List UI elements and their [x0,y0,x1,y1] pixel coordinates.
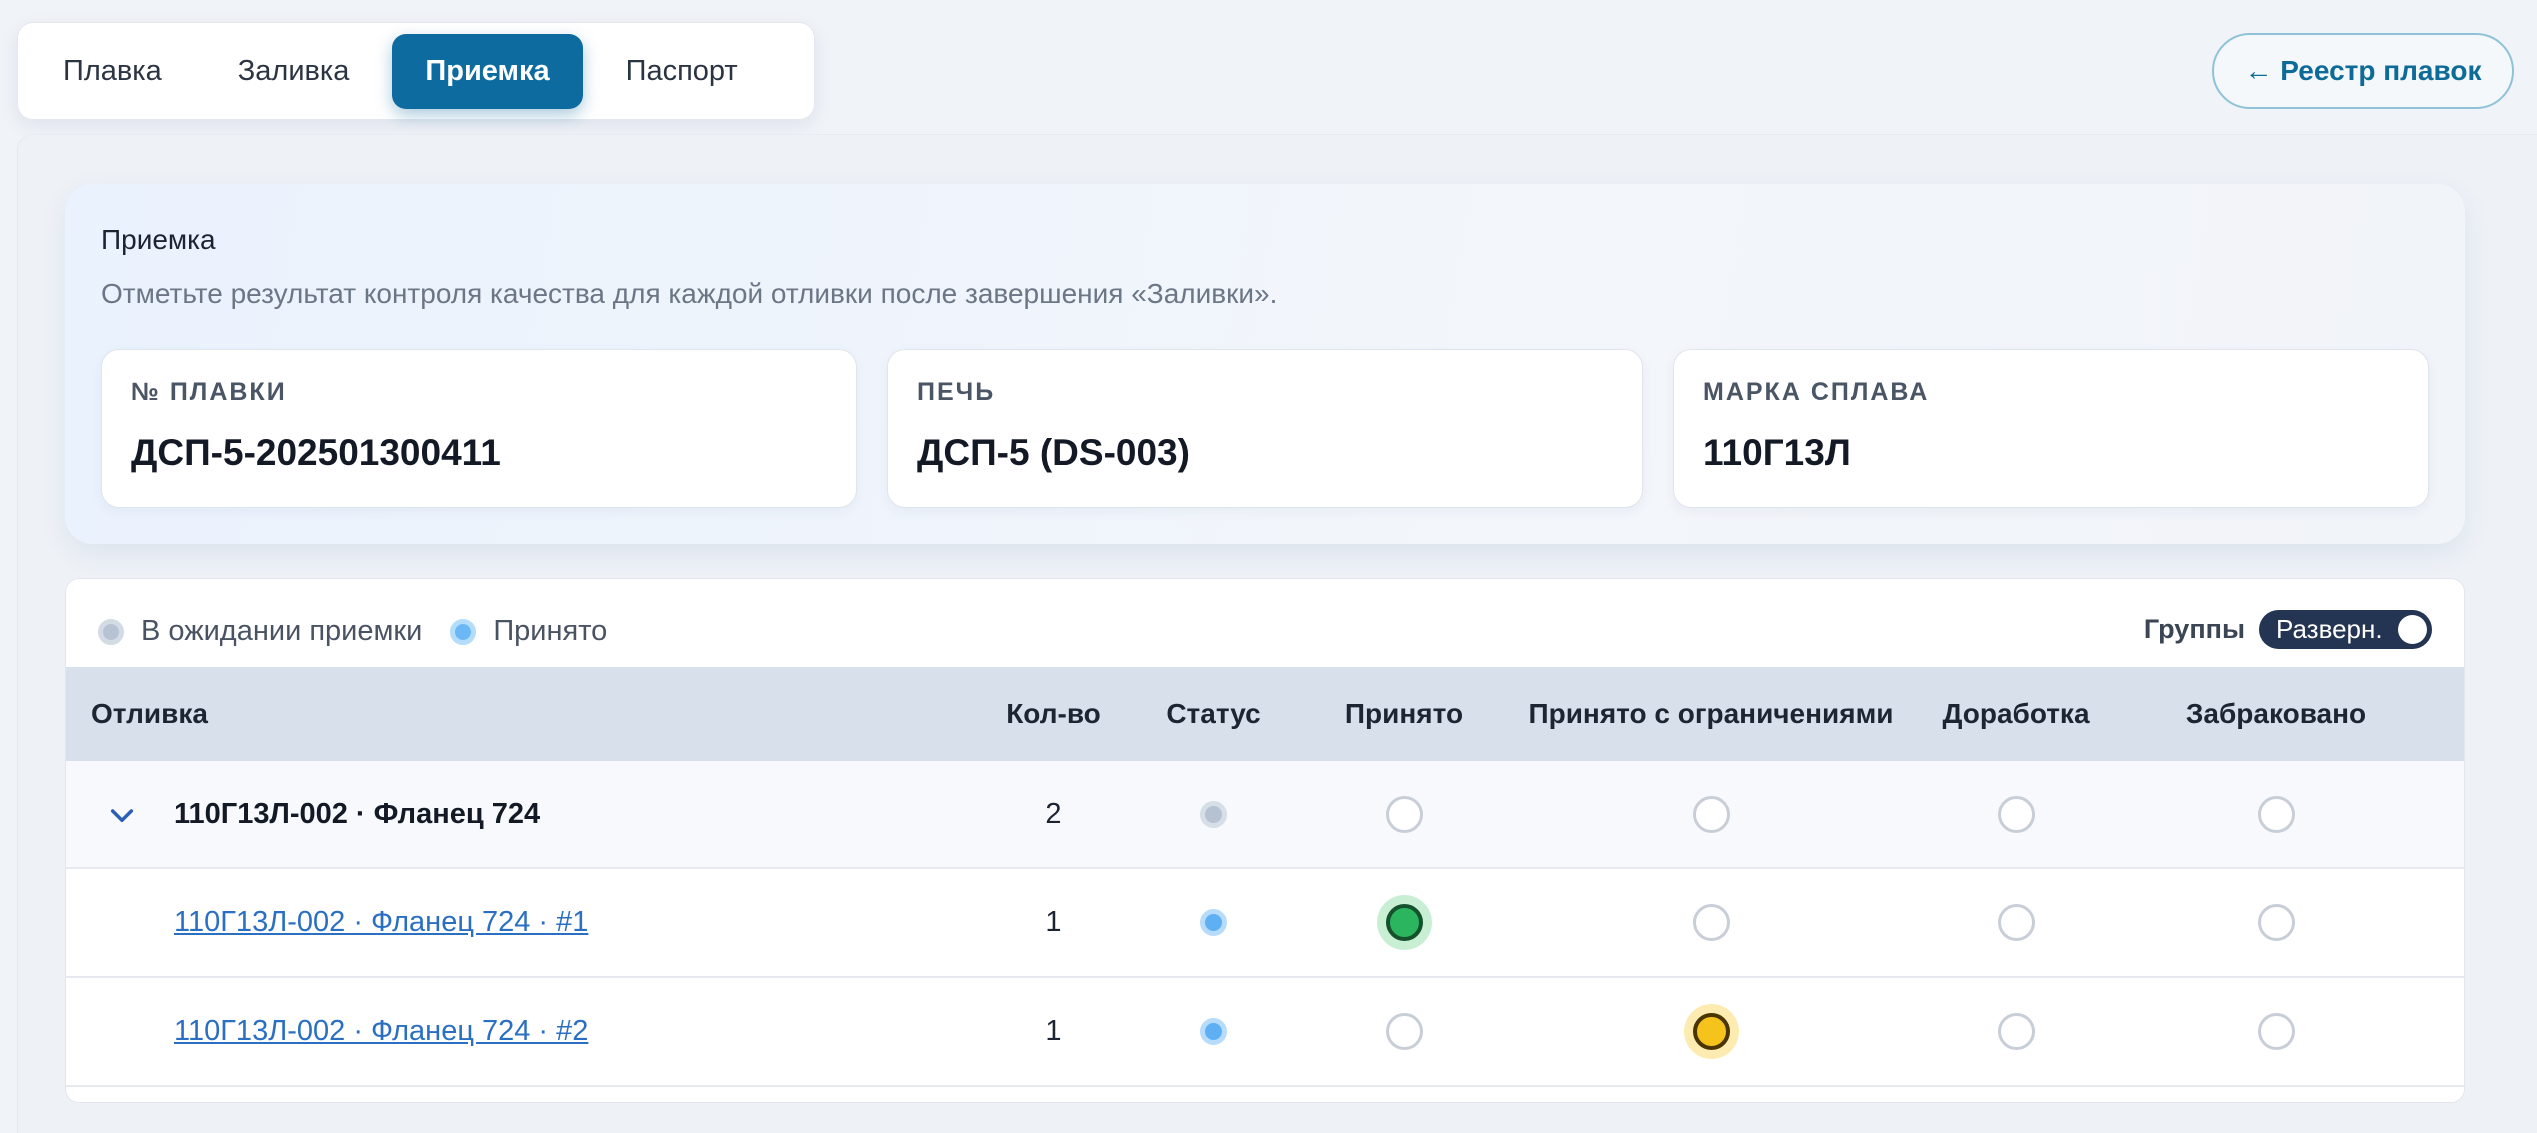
accepted-radio-selected[interactable] [1385,904,1423,941]
table-row: 110Г13Л-002 · Фланец 724 · #2 1 [66,978,2464,1087]
rejected-cell [2151,761,2401,867]
section-title: Приемка [101,224,216,255]
status-pending-dot-icon [1200,800,1227,828]
castings-table-card: В ожидании приемки Принято Группы Развер… [65,578,2465,1103]
info-card-heat-number: № ПЛАВКИ ДСП-5-202501300411 [101,349,857,508]
accepted-cell [1284,869,1524,976]
accepted-restricted-radio-selected[interactable] [1692,1013,1730,1050]
accepted-radio[interactable] [1385,1013,1423,1050]
rework-radio[interactable] [1997,1013,2035,1050]
status-cell [1126,869,1301,976]
tab-zalivka[interactable]: Заливка [205,34,383,109]
casting-name-cell: 110Г13Л-002 · Фланец 724 · #1 [174,869,588,976]
groups-label: Группы [2143,614,2245,644]
legend-pending: В ожидании приемки [98,615,422,648]
qty-cell: 1 [966,869,1141,976]
tab-passport[interactable]: Паспорт [593,34,771,109]
stage-tabs: Плавка Заливка Приемка Паспорт [17,22,815,120]
column-header-status: Статус [1166,698,1261,729]
status-accepted-dot-icon [1200,1018,1227,1045]
info-card-alloy-grade: МАРКА СПЛАВА 110Г13Л [1673,349,2429,508]
column-header-qty: Кол-во [1006,698,1101,729]
info-value: 110Г13Л [1703,432,1851,473]
heats-registry-button[interactable]: ← Реестр плавок [2212,33,2514,109]
info-label: № ПЛАВКИ [131,378,287,406]
acceptance-header-card: Приемка Отметьте результат контроля каче… [65,184,2465,544]
accepted-restricted-cell [1511,869,1911,976]
groups-control: Группы Разверн. [2144,610,2432,649]
group-casting-name: 110Г13Л-002 · Фланец 724 [174,797,541,830]
info-value: ДСП-5-202501300411 [131,432,501,473]
column-header-accepted: Принято [1344,698,1464,729]
info-label: ПЕЧЬ [917,378,996,406]
column-header-rejected: Забраковано [2185,698,2367,729]
table-row: 110Г13Л-002 · Фланец 724 · #1 1 [66,869,2464,978]
rework-cell [1896,869,2136,976]
column-header-accepted-restricted: Принято с ограничениями [1528,698,1894,729]
toggle-knob [2398,615,2427,644]
casting-link[interactable]: 110Г13Л-002 · Фланец 724 · #2 [174,1015,588,1048]
toggle-label: Разверн. [2276,614,2383,644]
rejected-radio[interactable] [2257,795,2295,833]
accepted-dot-icon [450,618,477,645]
legend-pending-label: В ожидании приемки [141,615,423,647]
casting-name-cell: 110Г13Л-002 · Фланец 724 · #2 [174,978,588,1085]
accepted-restricted-radio[interactable] [1692,904,1730,941]
tab-plavka[interactable]: Плавка [30,34,195,109]
groups-expand-toggle[interactable]: Разверн. [2259,610,2432,649]
table-group-row: 110Г13Л-002 · Фланец 724 2 [66,761,2464,869]
table-header: Отливка Кол-во Статус Принято Принято с … [66,667,2464,761]
legend-accepted-label: Принято [493,615,608,647]
status-accepted-dot-icon [1200,909,1227,936]
accepted-cell [1284,978,1524,1085]
status-legend: В ожидании приемки Принято [98,615,635,648]
qty-value: 1 [1045,1015,1062,1047]
accepted-restricted-cell [1511,761,1911,867]
rejected-radio[interactable] [2257,1013,2295,1050]
rejected-cell [2151,869,2401,976]
accepted-restricted-radio[interactable] [1692,795,1730,833]
section-subtitle: Отметьте результат контроля качества для… [101,278,1278,309]
qty-value: 2 [1045,797,1062,830]
tab-priemka[interactable]: Приемка [392,33,583,109]
accepted-cell [1284,761,1524,867]
chevron-down-icon[interactable] [106,799,138,831]
qty-cell: 1 [966,978,1141,1085]
rework-cell [1896,978,2136,1085]
info-card-furnace: ПЕЧЬ ДСП-5 (DS-003) [887,349,1643,508]
rework-radio[interactable] [1997,795,2035,833]
qty-value: 1 [1045,906,1062,938]
pending-dot-icon [98,618,124,645]
group-casting-name-cell: 110Г13Л-002 · Фланец 724 [174,761,540,867]
status-cell [1126,978,1301,1085]
column-header-rework: Доработка [1942,698,2090,729]
accepted-radio[interactable] [1385,795,1423,833]
casting-link[interactable]: 110Г13Л-002 · Фланец 724 · #1 [174,906,588,939]
info-value: ДСП-5 (DS-003) [917,432,1190,473]
info-label: МАРКА СПЛАВА [1703,378,1930,406]
rejected-radio[interactable] [2257,904,2295,941]
status-cell [1126,761,1301,867]
column-header-casting: Отливка [91,698,208,729]
legend-accepted: Принято [450,615,607,648]
rework-radio[interactable] [1997,904,2035,941]
qty-cell: 2 [966,761,1141,867]
accepted-restricted-cell [1511,978,1911,1085]
rework-cell [1896,761,2136,867]
rejected-cell [2151,978,2401,1085]
